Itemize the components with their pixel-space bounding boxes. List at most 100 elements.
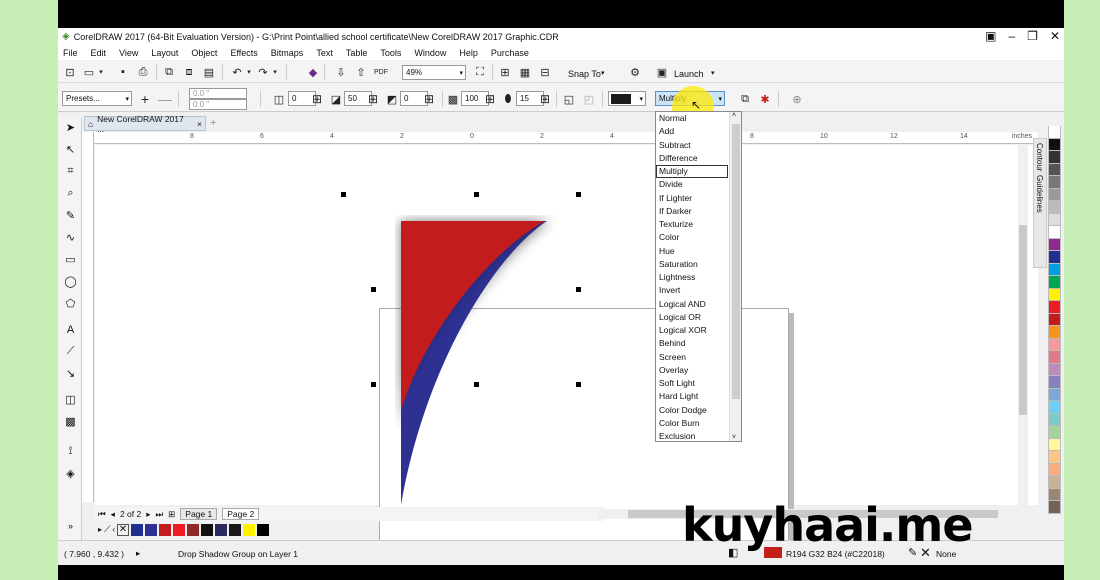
minimize-button[interactable]: – bbox=[1008, 29, 1015, 43]
palette-swatch[interactable] bbox=[1048, 488, 1061, 501]
snap-to-menu[interactable]: Snap To bbox=[568, 69, 601, 79]
selection-handle-s[interactable] bbox=[474, 382, 479, 387]
dropdown-scrollbar[interactable]: ˄ ˅ bbox=[729, 112, 741, 441]
document-palette-swatch[interactable] bbox=[229, 523, 241, 536]
menu-text[interactable]: Text bbox=[316, 48, 333, 58]
drawing-canvas[interactable] bbox=[95, 145, 1038, 565]
feather-edges-icon[interactable]: ◰ bbox=[582, 92, 596, 106]
palette-swatch[interactable] bbox=[1048, 476, 1061, 489]
shadow-stretch-stepper[interactable]: ⊞ bbox=[538, 92, 552, 106]
document-palette-swatch[interactable] bbox=[173, 523, 185, 536]
first-page-icon[interactable]: ⏮ bbox=[98, 509, 106, 520]
expand-toolbox-icon[interactable]: » bbox=[63, 518, 78, 533]
palette-swatch[interactable] bbox=[1048, 438, 1061, 451]
merge-mode-dropdown[interactable]: Normal Add Subtract Difference Multiply Divid… bbox=[655, 111, 742, 442]
status-expand-icon[interactable]: ▸ bbox=[136, 548, 140, 559]
new-tab-icon[interactable]: + bbox=[210, 117, 216, 129]
document-palette-swatch[interactable] bbox=[159, 523, 171, 536]
palette-swatch[interactable] bbox=[1048, 413, 1061, 426]
parallel-dimension-tool-icon[interactable]: ⟋ bbox=[63, 344, 78, 359]
palette-swatch[interactable] bbox=[1048, 188, 1061, 201]
interactive-fill-tool-icon[interactable]: ◈ bbox=[63, 466, 78, 481]
menu-help[interactable]: Help bbox=[459, 48, 478, 58]
document-palette-swatch[interactable] bbox=[187, 523, 199, 536]
menu-effects[interactable]: Effects bbox=[230, 48, 257, 58]
chevron-down-icon[interactable]: ˅ bbox=[732, 434, 736, 441]
shadow-fade-stepper[interactable]: ⊞ bbox=[483, 92, 497, 106]
document-palette-swatch[interactable] bbox=[257, 523, 269, 536]
shadow-color-picker[interactable]: ▾ bbox=[608, 91, 646, 106]
options-gear-icon[interactable]: ⚙ bbox=[628, 65, 642, 79]
remove-preset-icon[interactable]: — bbox=[158, 91, 172, 107]
palette-swatch[interactable] bbox=[1048, 151, 1061, 164]
document-palette-swatch[interactable] bbox=[215, 523, 227, 536]
eyedropper-icon[interactable]: ⟋ bbox=[104, 524, 110, 535]
palette-swatch[interactable] bbox=[1048, 501, 1061, 514]
selection-handle-ne[interactable] bbox=[576, 192, 581, 197]
menu-purchase[interactable]: Purchase bbox=[491, 48, 529, 58]
document-tab[interactable]: ⌂ New CorelDRAW 2017 ... × bbox=[84, 114, 206, 134]
shadow-offset-y-field[interactable]: 0.0 " bbox=[189, 99, 247, 110]
paste-icon[interactable]: ▤ bbox=[202, 65, 216, 79]
selection-handle-w[interactable] bbox=[371, 287, 376, 292]
palette-swatch[interactable] bbox=[1048, 351, 1061, 364]
docker-tab-guidelines[interactable]: Guidelines bbox=[1035, 175, 1044, 213]
menu-bitmaps[interactable]: Bitmaps bbox=[271, 48, 304, 58]
transparency-tool-icon[interactable]: ▩ bbox=[63, 414, 78, 429]
show-guidelines-icon[interactable]: ⊟ bbox=[538, 65, 552, 79]
palette-swatch[interactable] bbox=[1048, 388, 1061, 401]
selection-handle-e[interactable] bbox=[576, 287, 581, 292]
menu-object[interactable]: Object bbox=[191, 48, 217, 58]
document-palette-swatch[interactable] bbox=[145, 523, 157, 536]
zoom-tool-icon[interactable]: ⌕ bbox=[63, 186, 78, 201]
merge-mode-option[interactable]: Multiply bbox=[656, 165, 728, 179]
color-palette[interactable] bbox=[1048, 126, 1062, 546]
palette-swatch[interactable] bbox=[1048, 238, 1061, 251]
shadow-angle-stepper[interactable]: ⊞ bbox=[310, 92, 324, 106]
restore-button[interactable]: ❐ bbox=[1027, 29, 1038, 43]
palette-swatch[interactable] bbox=[1048, 426, 1061, 439]
palette-swatch[interactable] bbox=[1048, 288, 1061, 301]
palette-swatch[interactable] bbox=[1048, 338, 1061, 351]
menu-window[interactable]: Window bbox=[414, 48, 446, 58]
palette-swatch[interactable] bbox=[1048, 363, 1061, 376]
menu-layout[interactable]: Layout bbox=[151, 48, 178, 58]
save-icon[interactable]: ▪ bbox=[116, 65, 130, 79]
shadow-offset-x-field[interactable]: 0.0 " bbox=[189, 88, 247, 99]
selection-handle-se[interactable] bbox=[576, 382, 581, 387]
copy-icon[interactable]: ⧈ bbox=[182, 65, 196, 79]
document-palette-swatch[interactable] bbox=[243, 523, 255, 536]
last-page-icon[interactable]: ⏭ bbox=[156, 509, 164, 520]
palette-swatch[interactable] bbox=[1048, 176, 1061, 189]
text-tool-icon[interactable]: A bbox=[63, 322, 78, 337]
vertical-scrollbar[interactable] bbox=[1018, 145, 1028, 505]
freehand-tool-icon[interactable]: ✎ bbox=[63, 208, 78, 223]
cut-icon[interactable]: ⧉ bbox=[162, 65, 176, 79]
open-dropdown-icon[interactable]: ▾ bbox=[94, 65, 108, 79]
close-button[interactable]: ✕ bbox=[1050, 29, 1060, 43]
export-icon[interactable]: ⇧ bbox=[354, 65, 368, 79]
palette-swatch[interactable] bbox=[1048, 313, 1061, 326]
previous-page-icon[interactable]: ◂ bbox=[111, 509, 115, 520]
redo-dropdown-icon[interactable]: ▾ bbox=[268, 65, 282, 79]
home-icon[interactable]: ⌂ bbox=[88, 119, 93, 129]
page-tab-1[interactable]: Page 1 bbox=[180, 508, 218, 520]
copy-shadow-properties-icon[interactable]: ⧉ bbox=[738, 92, 752, 106]
palette-swatch[interactable] bbox=[1048, 263, 1061, 276]
print-icon[interactable]: ⎙ bbox=[136, 65, 150, 79]
menu-edit[interactable]: Edit bbox=[91, 48, 107, 58]
docker-tab-contour[interactable]: Contour bbox=[1035, 143, 1044, 171]
ellipse-tool-icon[interactable]: ◯ bbox=[63, 274, 78, 289]
palette-back-icon[interactable]: ‹ bbox=[112, 525, 115, 534]
drop-shadow-tool-icon[interactable]: ◫ bbox=[63, 392, 78, 407]
help-icon[interactable]: ▣ bbox=[985, 29, 996, 43]
palette-swatch[interactable] bbox=[1048, 376, 1061, 389]
full-screen-preview-icon[interactable]: ⛶ bbox=[473, 65, 487, 79]
add-icon[interactable]: ⊕ bbox=[790, 92, 804, 106]
page-tab-2[interactable]: Page 2 bbox=[222, 508, 260, 520]
rectangle-tool-icon[interactable]: ▭ bbox=[63, 252, 78, 267]
close-icon[interactable]: × bbox=[197, 119, 202, 129]
palette-swatch[interactable] bbox=[1048, 226, 1061, 239]
eyedropper-tool-icon[interactable]: ⟟ bbox=[63, 444, 78, 459]
import-icon[interactable]: ⇩ bbox=[334, 65, 348, 79]
